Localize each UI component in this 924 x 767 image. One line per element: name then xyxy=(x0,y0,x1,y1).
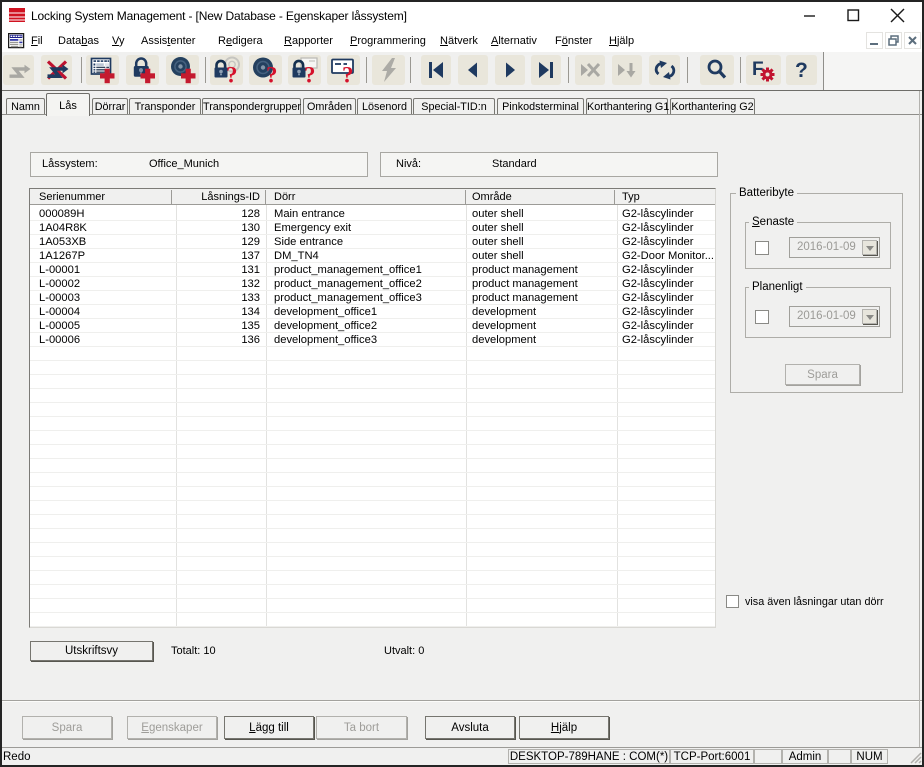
svg-text:?: ? xyxy=(795,59,808,82)
svg-text:?: ? xyxy=(342,63,354,85)
svg-text:?: ? xyxy=(304,63,316,85)
svg-text:?: ? xyxy=(226,63,238,85)
svg-text:?: ? xyxy=(266,63,278,85)
svg-text:F: F xyxy=(752,59,764,80)
